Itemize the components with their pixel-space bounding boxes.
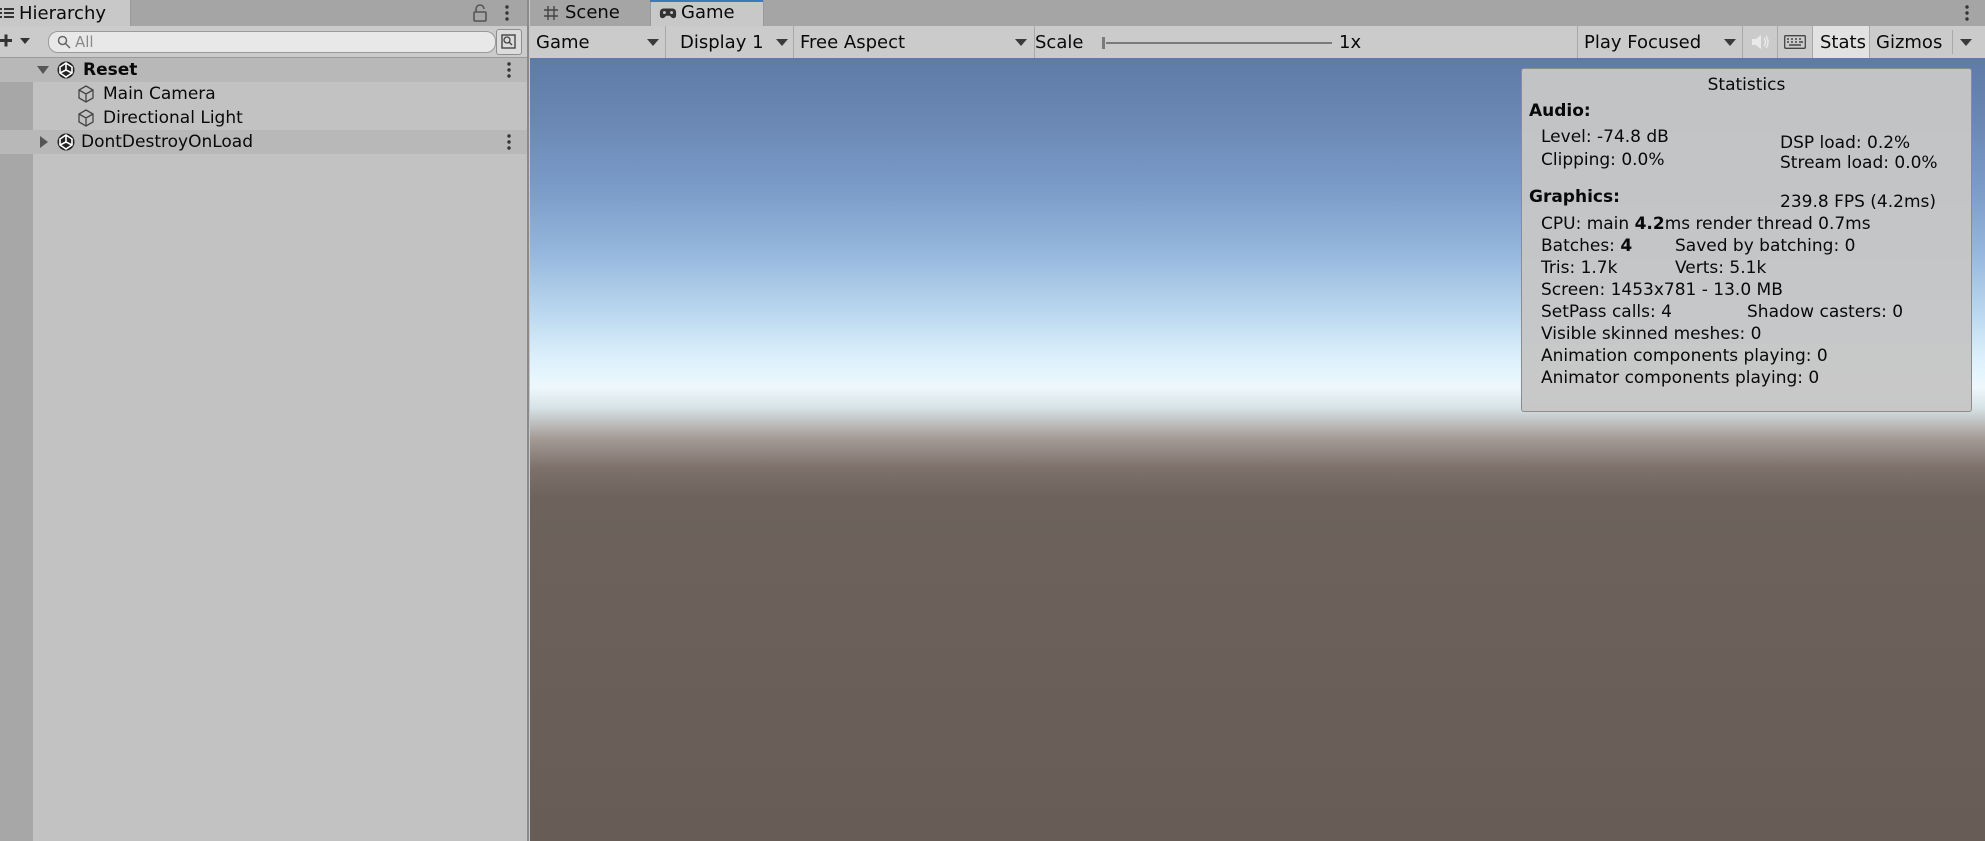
speaker-icon (1752, 35, 1769, 49)
tab-hierarchy[interactable]: Hierarchy (0, 0, 131, 26)
batches-value: 4 (1620, 236, 1633, 256)
verts: Verts: 5.1k (1675, 258, 1767, 278)
hierarchy-item-main-camera[interactable]: Main Camera (0, 82, 494, 106)
search-icon (57, 35, 71, 49)
batches: Batches: 4 (1541, 236, 1632, 256)
game-tab-bar: Scene Game (530, 0, 1985, 26)
tab-game[interactable]: Game (650, 0, 764, 26)
play-mode-dropdown[interactable]: Play Focused (1578, 26, 1743, 58)
hash-grid-icon (544, 6, 558, 20)
visible-skinned-meshes: Visible skinned meshes: 0 (1541, 324, 1762, 344)
tab-label: Game (681, 2, 735, 23)
keyboard-shortcuts-button[interactable] (1778, 26, 1813, 58)
scale-slider[interactable] (1106, 42, 1332, 44)
cpu-main-value: 4.2 (1634, 214, 1665, 234)
scale-value: 1x (1339, 32, 1362, 53)
hierarchy-toolbar (0, 26, 528, 58)
animation-components: Animation components playing: 0 (1541, 346, 1828, 366)
cpu-prefix: CPU: main (1541, 214, 1635, 234)
view-mode-dropdown[interactable]: Game (530, 26, 666, 58)
batches-prefix: Batches: (1541, 236, 1621, 256)
dropdown-label: Display 1 (680, 32, 764, 53)
saved-by-batching: Saved by batching: 0 (1675, 236, 1856, 256)
chevron-down-icon (776, 39, 788, 46)
hierarchy-list (33, 58, 527, 841)
gameobject-cube-icon (78, 85, 94, 103)
chevron-down-icon (1724, 39, 1736, 46)
dropdown-label: Game (536, 32, 590, 53)
panel-splitter[interactable] (527, 0, 529, 841)
stream-load: Stream load: 0.0% (1780, 153, 1938, 173)
gameobject-label: Main Camera (103, 84, 216, 104)
graphics-header: Graphics: (1529, 187, 1620, 207)
active-tab-indicator (650, 0, 763, 2)
tab-label: Scene (565, 2, 620, 23)
audio-level: Level: -74.8 dB (1541, 127, 1669, 147)
search-filter-icon (501, 34, 516, 49)
cpu-timing: CPU: main 4.2ms render thread 0.7ms (1541, 214, 1871, 234)
dsp-load: DSP load: 0.2% (1780, 133, 1911, 153)
split-divider (1952, 30, 1953, 54)
chevron-down-icon (647, 39, 659, 46)
hierarchy-panel: Hierarchy All Reset Main Camera Directio… (0, 0, 529, 841)
cpu-suffix: ms render thread 0.7ms (1664, 214, 1871, 234)
hierarchy-tab-bar: Hierarchy (0, 0, 528, 26)
fps-readout: 239.8 FPS (4.2ms) (1780, 192, 1937, 212)
tab-scene[interactable]: Scene (530, 0, 650, 26)
statistics-overlay: Statistics Audio: Level: -74.8 dB Clippi… (1521, 68, 1972, 412)
dropdown-label: Gizmos (1876, 32, 1943, 53)
audio-header: Audio: (1529, 101, 1591, 121)
hierarchy-item-directional-light[interactable]: Directional Light (0, 106, 494, 130)
dropdown-label: Free Aspect (800, 32, 906, 53)
screen-info: Screen: 1453x781 - 13.0 MB (1541, 280, 1783, 300)
scale-label-wrap: Scale (1035, 26, 1083, 58)
scale-slider-thumb[interactable] (1102, 37, 1105, 49)
scale-label: Scale (1035, 32, 1084, 53)
search-input[interactable] (75, 33, 475, 51)
animator-components: Animator components playing: 0 (1541, 368, 1820, 388)
display-dropdown[interactable]: Display 1 (666, 26, 794, 58)
aspect-dropdown[interactable]: Free Aspect (794, 26, 1035, 58)
statistics-title: Statistics (1707, 75, 1786, 95)
hierarchy-gutter (0, 58, 33, 841)
hierarchy-scene-row[interactable]: Reset (0, 58, 528, 82)
kebab-menu-icon[interactable] (502, 132, 516, 152)
game-toolbar: Game Display 1 Free Aspect Scale 1x Play… (530, 26, 1985, 59)
chevron-down-icon (1015, 39, 1027, 46)
audio-clipping: Clipping: 0.0% (1541, 150, 1665, 170)
gameobject-label: Directional Light (103, 108, 243, 128)
tab-label: Hierarchy (19, 2, 107, 24)
mute-audio-button[interactable] (1743, 26, 1778, 58)
gamepad-icon (659, 8, 677, 19)
kebab-menu-icon[interactable] (502, 60, 516, 80)
gizmos-dropdown[interactable]: Gizmos (1870, 26, 1982, 58)
setpass-calls: SetPass calls: 4 (1541, 302, 1672, 322)
keyboard-icon (1784, 35, 1806, 49)
kebab-menu-icon[interactable] (500, 3, 514, 23)
tris: Tris: 1.7k (1541, 258, 1618, 278)
chevron-down-icon (1960, 39, 1972, 46)
shadow-casters: Shadow casters: 0 (1747, 302, 1904, 322)
unity-editor: Hierarchy All Reset Main Camera Directio… (0, 0, 1985, 841)
expanded-arrow-icon[interactable] (36, 63, 50, 77)
button-label: Stats (1820, 32, 1866, 53)
stats-toggle-button[interactable]: Stats (1813, 26, 1870, 58)
lock-icon[interactable] (472, 4, 488, 22)
search-mode-button[interactable] (496, 29, 522, 55)
add-dropdown-button[interactable] (0, 30, 36, 52)
scene-label: Reset (83, 60, 138, 80)
gameobject-cube-icon (78, 109, 94, 127)
search-field[interactable] (48, 31, 496, 53)
collapsed-arrow-icon[interactable] (37, 135, 51, 149)
hierarchy-scene-row[interactable]: DontDestroyOnLoad (0, 130, 528, 154)
scene-label: DontDestroyOnLoad (81, 132, 254, 152)
dropdown-label: Play Focused (1584, 32, 1702, 53)
kebab-menu-icon[interactable] (1960, 3, 1974, 23)
unity-scene-icon (57, 133, 75, 151)
unity-scene-icon (57, 61, 75, 79)
list-icon (0, 8, 14, 18)
